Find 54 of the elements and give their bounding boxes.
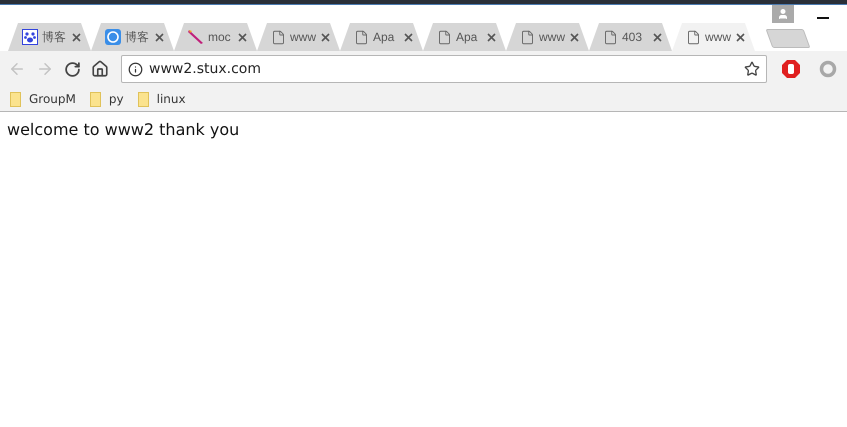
tab-title: Apa bbox=[456, 30, 478, 44]
browser-tab[interactable]: 博客 bbox=[8, 23, 91, 51]
close-icon[interactable] bbox=[155, 32, 164, 42]
browser-tab[interactable]: www bbox=[257, 23, 340, 51]
bookmark-folder[interactable]: py bbox=[90, 92, 124, 106]
close-icon[interactable] bbox=[238, 32, 247, 42]
paw-icon bbox=[22, 29, 38, 45]
tab-title: www bbox=[705, 30, 732, 44]
close-icon[interactable] bbox=[404, 32, 413, 42]
close-icon[interactable] bbox=[653, 32, 662, 42]
feather-icon bbox=[188, 29, 204, 45]
bookmark-label: GroupM bbox=[29, 92, 76, 106]
bookmark-label: linux bbox=[156, 92, 186, 106]
folder-icon bbox=[138, 92, 149, 106]
page-icon bbox=[354, 30, 369, 44]
tab-title: 403 bbox=[622, 30, 644, 44]
person-icon bbox=[777, 8, 789, 20]
close-icon[interactable] bbox=[487, 32, 496, 42]
browser-tab[interactable]: Apa bbox=[423, 23, 506, 51]
page-text: welcome to www2 thank you bbox=[7, 120, 240, 139]
close-icon[interactable] bbox=[72, 32, 81, 42]
folder-icon bbox=[90, 92, 101, 106]
tab-title: www bbox=[290, 30, 317, 44]
browser-tab[interactable]: 403 bbox=[589, 23, 672, 51]
bookmark-folder[interactable]: GroupM bbox=[10, 92, 76, 106]
page-icon bbox=[686, 30, 701, 44]
tab-title: Apa bbox=[373, 30, 396, 44]
page-icon bbox=[520, 30, 535, 44]
close-icon[interactable] bbox=[570, 32, 579, 42]
browser-tab[interactable]: moc bbox=[174, 23, 257, 51]
browser-tab[interactable]: www bbox=[672, 23, 755, 51]
browser-tab[interactable]: www bbox=[506, 23, 589, 51]
folder-icon bbox=[10, 92, 21, 106]
info-icon bbox=[128, 62, 143, 76]
page-icon bbox=[437, 30, 452, 44]
close-icon[interactable] bbox=[736, 32, 745, 42]
bookmark-folder[interactable]: linux bbox=[138, 92, 186, 106]
close-icon[interactable] bbox=[321, 32, 330, 42]
home-icon bbox=[91, 60, 109, 78]
tab-title: moc bbox=[208, 30, 232, 44]
page-icon bbox=[603, 30, 618, 44]
browser-tab[interactable]: Apa bbox=[340, 23, 423, 51]
browser-tab[interactable]: 博客 bbox=[91, 23, 174, 51]
bookmark-label: py bbox=[108, 92, 124, 106]
forward-arrow-icon bbox=[36, 60, 54, 78]
tab-title: 博客 bbox=[125, 28, 150, 46]
page-icon bbox=[271, 30, 286, 44]
reload-icon bbox=[64, 60, 81, 78]
stop-hand-icon[interactable] bbox=[782, 60, 800, 78]
tab-title: www bbox=[539, 30, 566, 44]
tab-title: 博客 bbox=[42, 28, 67, 46]
bookmark-star-icon[interactable] bbox=[744, 61, 760, 77]
circle-logo-icon bbox=[105, 29, 121, 45]
address-bar[interactable]: www2.stux.com bbox=[121, 55, 767, 83]
